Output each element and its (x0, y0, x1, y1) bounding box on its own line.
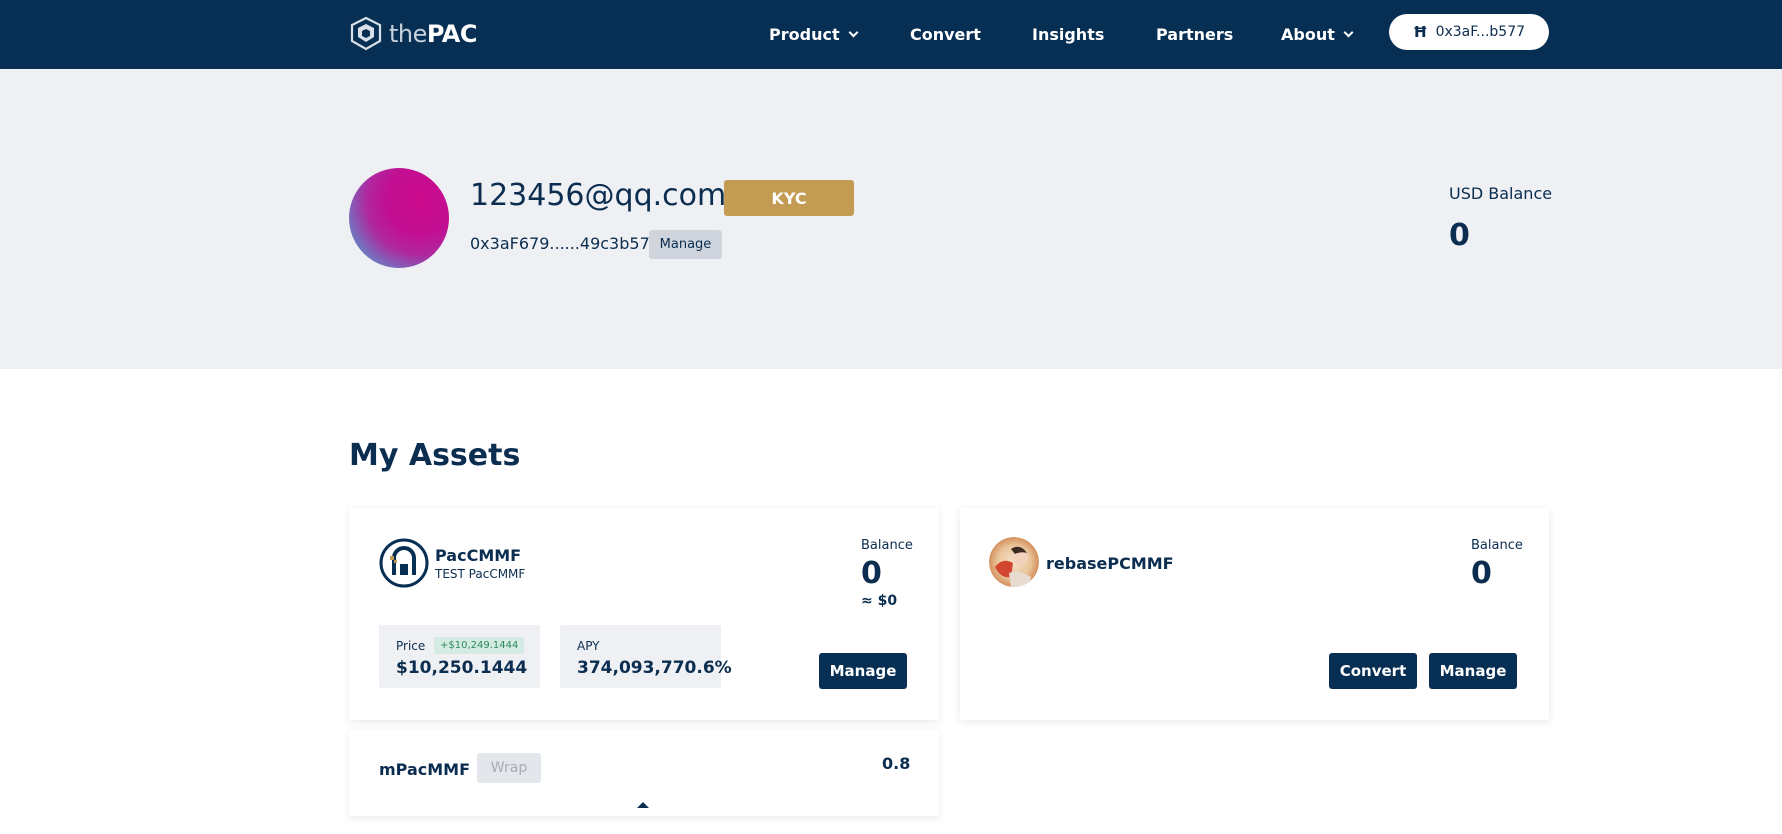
price-value: $10,250.1444 (396, 658, 528, 678)
asset-card-rebasepcmmf: rebasePCMMF Balance 0 Convert Manage (960, 508, 1549, 720)
address-manage-button[interactable]: Manage (649, 230, 722, 259)
price-box: Price +$10,249.1444 $10,250.1444 (379, 625, 540, 688)
usd-balance-value: 0 (1449, 218, 1470, 253)
kyc-button[interactable]: KYC (724, 180, 854, 216)
rebase-manage-button[interactable]: Manage (1429, 653, 1517, 689)
nav-convert[interactable]: Convert (910, 22, 981, 46)
balance-value: 0 (1471, 556, 1492, 591)
nav-about[interactable]: About (1281, 22, 1354, 46)
rebasepcmmf-logo-icon (989, 537, 1039, 587)
balance-label: Balance (861, 538, 913, 553)
top-navbar: thePAC Product Convert Insights Partners… (0, 0, 1782, 69)
nav-insights-label: Insights (1032, 24, 1105, 44)
nav-convert-label: Convert (910, 24, 981, 44)
balance-label: Balance (1471, 538, 1523, 553)
nav-about-label: About (1281, 24, 1335, 44)
price-label: Price (396, 639, 426, 653)
paccmmf-manage-button[interactable]: Manage (819, 653, 907, 689)
usd-balance-label: USD Balance (1449, 184, 1553, 203)
paccmmf-logo-icon (379, 538, 429, 588)
token-name: rebasePCMMF (1046, 554, 1174, 573)
chevron-down-icon (848, 27, 859, 37)
asset-card-mpacmmf: mPacMMF Wrap 0.8 (349, 730, 939, 816)
wallet-address: 0x3aF...b577 (1435, 24, 1526, 40)
rebase-convert-button[interactable]: Convert (1329, 653, 1417, 689)
nav-partners-label: Partners (1156, 24, 1234, 44)
wrap-button[interactable]: Wrap (477, 753, 541, 783)
thepac-logo[interactable]: thePAC (349, 16, 477, 52)
user-email: 123456@qq.com (470, 178, 727, 213)
apy-box: APY 374,093,770.6% (560, 625, 732, 688)
thepac-logo-icon (350, 16, 382, 51)
chevron-down-icon (1343, 27, 1354, 37)
asset-card-paccmmf: PacCMMF TEST PacCMMF Balance 0 ≈ $0 Pric… (349, 508, 939, 720)
logo-text: thePAC (389, 20, 477, 48)
nav-product-label: Product (769, 24, 840, 44)
caret-up-icon[interactable] (637, 802, 649, 808)
nav-partners[interactable]: Partners (1156, 22, 1233, 46)
token-name: mPacMMF (379, 760, 471, 779)
assets-title: My Assets (349, 438, 521, 473)
wallet-h-icon: Ħ (1412, 23, 1428, 41)
mpac-value: 0.8 (882, 754, 911, 773)
apy-value: 374,093,770.6% (577, 658, 732, 678)
nav-product[interactable]: Product (769, 22, 859, 46)
apy-label: APY (577, 639, 600, 653)
balance-value: 0 (861, 556, 882, 591)
avatar (349, 168, 449, 268)
token-name: PacCMMF (435, 546, 522, 565)
nav-insights[interactable]: Insights (1032, 22, 1104, 46)
token-subtitle: TEST PacCMMF (435, 567, 526, 581)
profile-section (0, 69, 1782, 369)
balance-usd: ≈ $0 (861, 593, 898, 609)
price-change-badge: +$10,249.1444 (434, 637, 525, 654)
wallet-address-full: 0x3aF679......49c3b577 (470, 234, 660, 253)
wallet-button[interactable]: Ħ 0x3aF...b577 (1389, 14, 1549, 50)
